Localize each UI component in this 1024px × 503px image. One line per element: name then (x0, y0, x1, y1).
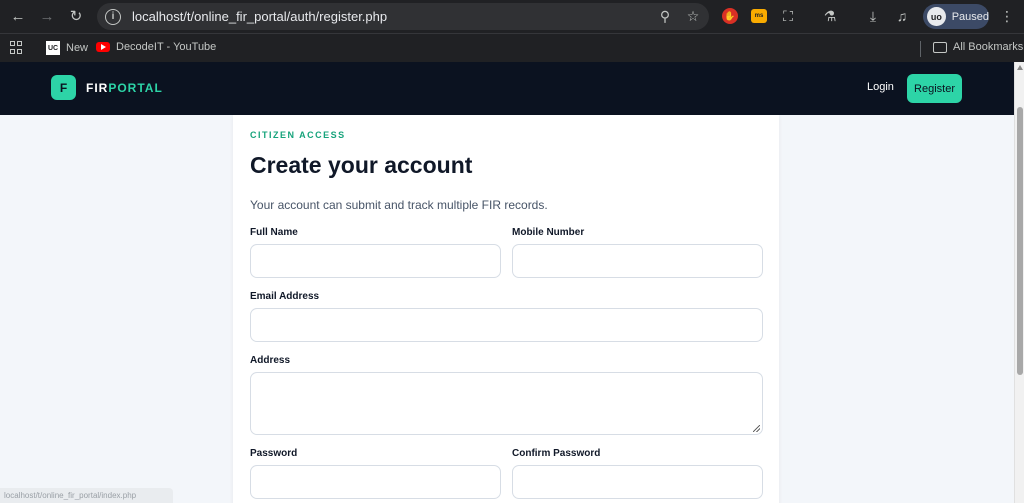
page-subtitle: Your account can submit and track multip… (250, 198, 548, 212)
site-navbar: F FIRPORTAL Login Register (0, 62, 1014, 115)
avatar: uo (927, 7, 946, 26)
mobile-number-label: Mobile Number (512, 227, 585, 238)
confirm-password-label: Confirm Password (512, 448, 601, 459)
mobile-number-input[interactable] (512, 244, 763, 278)
bookmark-youtube[interactable]: DecodeIT - YouTube (96, 41, 216, 53)
youtube-icon (96, 42, 110, 52)
browser-toolbar: ← → ↻ i localhost/t/online_fir_portal/au… (0, 0, 1024, 33)
address-bar[interactable]: i localhost/t/online_fir_portal/auth/reg… (97, 3, 709, 30)
uc-logo-icon: UC (46, 41, 60, 55)
bookmark-star-icon[interactable]: ☆ (681, 5, 705, 29)
brand-name: FIRPORTAL (86, 80, 163, 95)
profile-status: Paused (951, 10, 989, 23)
reload-icon[interactable]: ↻ (62, 2, 90, 30)
email-label: Email Address (250, 291, 320, 302)
folder-icon (933, 41, 947, 53)
page-scrollbar[interactable] (1014, 62, 1024, 503)
url-text[interactable]: localhost/t/online_fir_portal/auth/regis… (132, 9, 653, 24)
email-input[interactable] (250, 308, 763, 342)
all-bookmarks-button[interactable]: All Bookmarks (933, 41, 1023, 53)
back-arrow-icon[interactable]: ← (4, 2, 32, 30)
zoom-search-icon[interactable]: ⚲ (653, 5, 677, 29)
site-info-icon[interactable]: i (105, 8, 121, 25)
link-status-tooltip: localhost/t/online_fir_portal/index.php (0, 488, 173, 503)
downloads-icon[interactable]: ⤓ (862, 5, 884, 27)
password-input[interactable] (250, 465, 501, 499)
bookmarks-bar: UC New DecodeIT - YouTube All Bookmarks (0, 33, 1024, 62)
address-label: Address (250, 355, 291, 366)
confirm-password-input[interactable] (512, 465, 763, 499)
extension-yellow-icon[interactable]: ms (748, 5, 770, 27)
login-link[interactable]: Login (867, 81, 894, 93)
labs-icon[interactable]: ⚗ (819, 5, 841, 27)
bookmark-new[interactable]: UC New (46, 41, 88, 55)
extensions-puzzle-icon[interactable]: ⛶ (777, 5, 799, 27)
full-name-input[interactable] (250, 244, 501, 278)
brand-badge: F (51, 75, 76, 100)
full-name-label: Full Name (250, 227, 298, 238)
extension-red-icon[interactable]: ✋ (719, 5, 741, 27)
register-card: CITIZEN ACCESS Create your account Your … (233, 115, 779, 503)
password-label: Password (250, 448, 298, 459)
address-textarea[interactable] (250, 372, 763, 435)
resize-handle-icon[interactable] (753, 425, 760, 432)
media-controls-icon[interactable]: ♫ (891, 5, 913, 27)
register-button[interactable]: Register (907, 74, 962, 103)
scroll-up-arrow-icon[interactable] (1017, 65, 1023, 70)
eyebrow-label: CITIZEN ACCESS (250, 130, 346, 140)
page-title: Create your account (250, 152, 473, 178)
scrollbar-thumb[interactable] (1017, 107, 1023, 375)
profile-button[interactable]: uo Paused (923, 4, 989, 29)
bookmarks-divider (920, 41, 921, 57)
apps-grid-icon[interactable] (10, 41, 24, 55)
forward-arrow-icon[interactable]: → (33, 2, 61, 30)
brand-logo[interactable]: F FIRPORTAL (51, 75, 163, 100)
menu-kebab-icon[interactable]: ⋮ (996, 5, 1018, 27)
